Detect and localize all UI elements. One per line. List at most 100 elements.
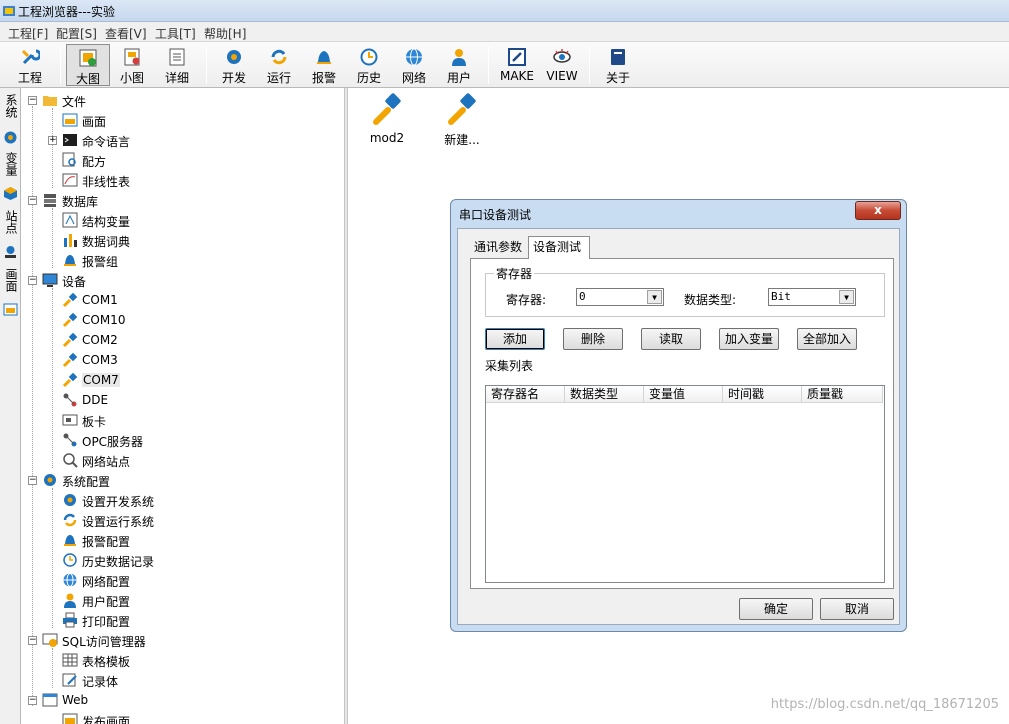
column-header-value[interactable]: 变量值 [644,386,723,403]
window-title: 工程浏览器---实验 [18,5,115,19]
run-cycle-icon [63,513,77,527]
tree-collapse-toggle[interactable]: − [28,696,37,705]
menu-tools[interactable]: 工具[T] [155,25,196,42]
dialog-close-button[interactable]: x [855,201,901,220]
tree-connector [52,288,53,468]
side-tab-station[interactable]: 站点 [2,210,19,264]
toolbar-view-button[interactable]: VIEW [542,44,582,86]
device-item-mod2[interactable]: mod2 [352,92,422,145]
bar-chart-icon [64,234,77,247]
opc-icon [63,433,77,447]
serial-plug-icon [62,292,78,308]
register-combo[interactable]: 0 ▼ [576,288,664,306]
web-window-icon [42,693,58,707]
globe-icon [63,573,77,587]
add-button[interactable]: 添加 [485,328,545,350]
serial-plug-icon [62,312,78,328]
bell-icon [317,51,331,64]
app-icon [3,6,15,16]
toolbar-user-button[interactable]: 用户 [438,44,480,86]
network-search-icon [63,453,78,468]
chevron-down-icon[interactable]: ▼ [839,290,854,304]
add-variable-button[interactable]: 加入变量 [719,328,779,350]
delete-button[interactable]: 删除 [563,328,623,350]
serial-plug-icon [448,93,476,125]
column-header-data-type[interactable]: 数据类型 [565,386,644,403]
column-header-timestamp[interactable]: 时间戳 [723,386,802,403]
side-tab-screen[interactable]: 画面 [2,268,19,322]
title-bar: 工程浏览器---实验 [0,0,1009,22]
publish-screen-icon [62,713,78,724]
globe-icon [406,48,422,66]
toolbar-large-icon-button[interactable]: 大图 [66,44,110,86]
toolbar-history-button[interactable]: 历史 [348,44,390,86]
tree-connector [52,648,53,688]
menu-config[interactable]: 配置[S] [56,25,97,42]
ok-button[interactable]: 确定 [739,598,813,620]
tree-collapse-toggle[interactable]: − [28,196,37,205]
cube-icon [4,187,17,200]
detail-view-icon [169,48,185,66]
menu-help[interactable]: 帮助[H] [204,25,246,42]
dde-icon [63,393,77,407]
small-icon-view-icon [124,48,140,66]
printer-icon [63,612,77,628]
table-grid-icon [62,653,78,667]
toolbar-small-icon-button[interactable]: 小图 [112,44,152,86]
clock-icon [360,48,378,66]
collection-list[interactable]: 寄存器名 数据类型 变量值 时间戳 质量戳 [485,385,885,583]
serial-device-test-dialog: 串口设备测试 x 通讯参数 设备测试 寄存器 寄存器: 0 ▼ 数据类型: Bi… [450,199,907,632]
cancel-button[interactable]: 取消 [820,598,894,620]
toolbar-network-button[interactable]: 网络 [394,44,434,86]
dialog-title: 串口设备测试 [459,208,532,222]
serial-plug-icon [373,93,401,125]
station-icon [5,246,16,258]
toolbar-project-button[interactable]: 工程 [8,44,52,86]
add-all-button[interactable]: 全部加入 [797,328,857,350]
toolbar-develop-button[interactable]: 开发 [214,44,254,86]
column-header-register-name[interactable]: 寄存器名 [486,386,565,403]
toolbar-separator [488,46,489,84]
tree-collapse-toggle[interactable]: − [28,96,37,105]
chevron-down-icon[interactable]: ▼ [647,290,662,304]
tree-collapse-toggle[interactable]: − [28,276,37,285]
edit-pencil-icon [508,48,526,66]
register-group-title: 寄存器 [494,265,535,282]
serial-plug-icon [62,372,78,388]
terminal-icon [63,134,77,146]
board-card-icon [62,414,78,426]
side-tab-variable[interactable]: 变量 [2,152,19,206]
recipe-search-icon [62,152,76,167]
datatype-combo[interactable]: Bit ▼ [768,288,856,306]
toolbar: 工程 大图 小图 详细 开发 运行 报警 历史 网络 用户 MAKE VIEW … [0,42,1009,88]
tree-collapse-toggle[interactable]: − [28,636,37,645]
tab-comm-params[interactable]: 通讯参数 [470,238,526,258]
toolbar-make-button[interactable]: MAKE [496,44,538,86]
toolbar-alarm-button[interactable]: 报警 [304,44,344,86]
column-header-quality[interactable]: 质量戳 [802,386,883,403]
device-item-new[interactable]: 新建... [427,92,497,148]
read-button[interactable]: 读取 [641,328,701,350]
menu-view[interactable]: 查看[V] [105,25,147,42]
clock-icon [63,553,77,567]
toolbar-separator [206,46,207,84]
toolbar-run-button[interactable]: 运行 [258,44,300,86]
side-tab-strip: 系统 变量 站点 画面 [0,88,21,724]
tree-connector [52,208,53,268]
gear-icon [44,474,56,486]
tree-expand-toggle[interactable]: + [48,136,57,145]
toolbar-detail-button[interactable]: 详细 [156,44,198,86]
folder-icon [43,96,57,106]
serial-plug-icon [62,332,78,348]
side-tab-system[interactable]: 系统 [2,94,19,148]
tree-collapse-toggle[interactable]: − [28,476,37,485]
toolbar-about-button[interactable]: 关于 [598,44,638,86]
serial-plug-icon [62,352,78,368]
menu-project[interactable]: 工程[F] [8,25,48,42]
tab-device-test[interactable]: 设备测试 [528,236,590,259]
sql-database-icon [42,633,58,647]
eye-icon [553,49,571,63]
register-label: 寄存器: [506,293,547,307]
run-cycle-icon [271,49,287,65]
gear-icon [64,494,76,506]
